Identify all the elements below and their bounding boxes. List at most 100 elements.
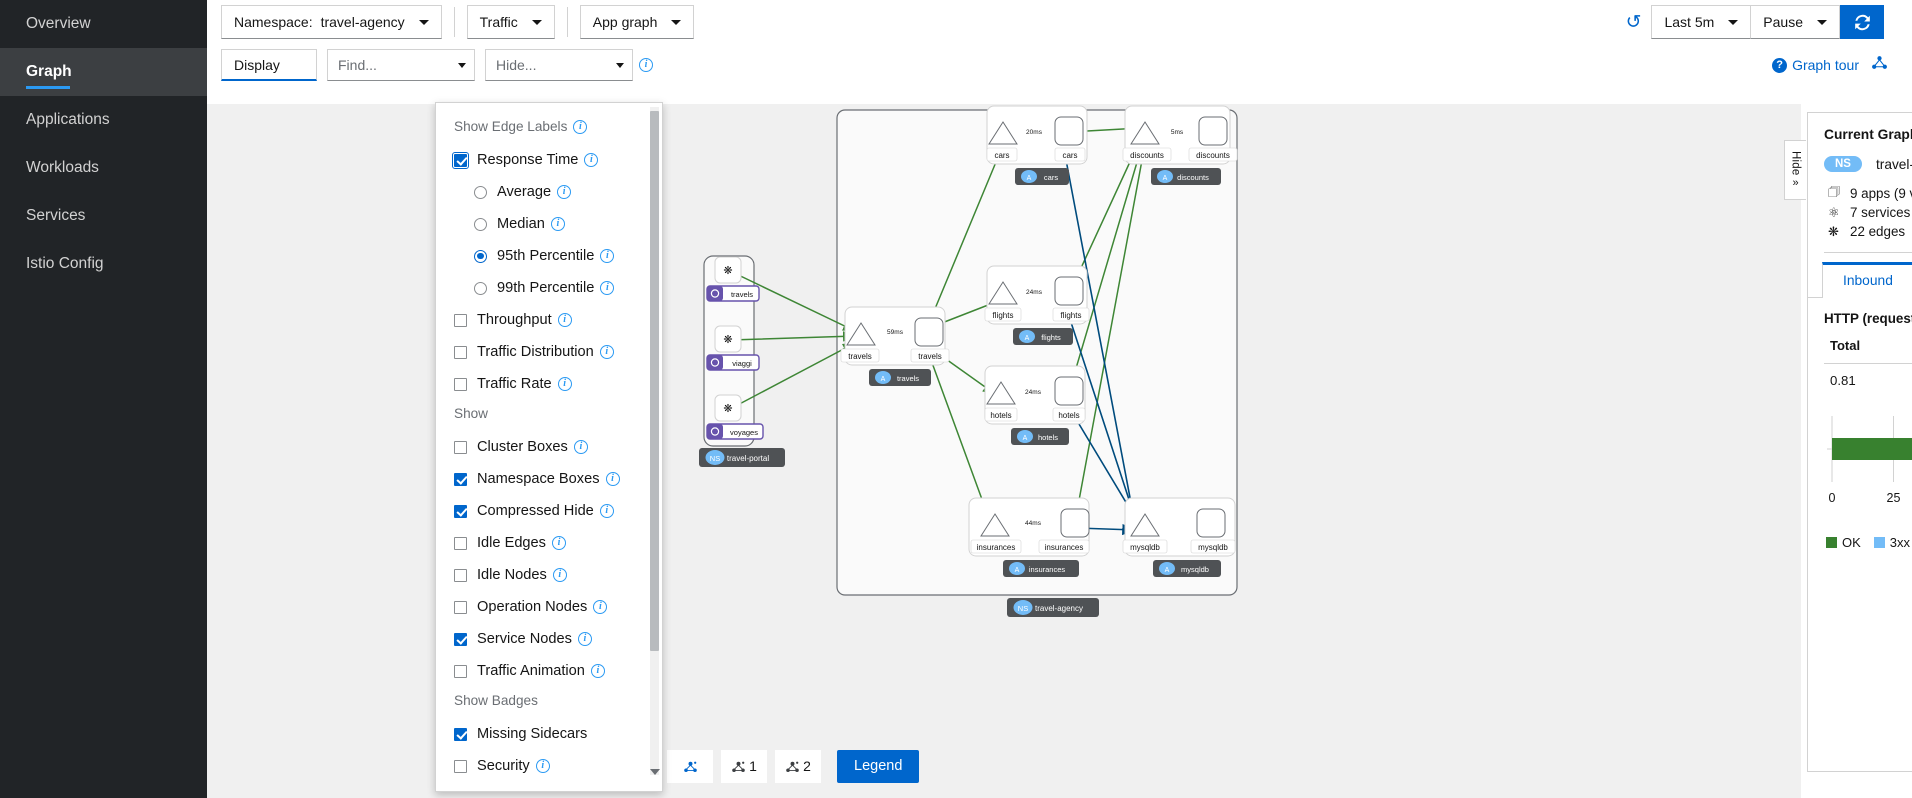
- radio-button[interactable]: [474, 185, 487, 199]
- display-option-missing-sidecars[interactable]: Missing Sidecars: [454, 718, 662, 750]
- workload-node-travels[interactable]: [914, 317, 944, 347]
- checkbox[interactable]: [454, 536, 467, 550]
- display-option-95th-percentile[interactable]: 95th Percentile i: [454, 240, 662, 272]
- chevron-down-icon[interactable]: [458, 62, 466, 68]
- info-icon[interactable]: i: [584, 153, 599, 167]
- radio-button[interactable]: [474, 217, 487, 231]
- display-option-service-nodes[interactable]: Service Nodes i: [454, 623, 662, 655]
- sidebar-item-applications[interactable]: Applications: [0, 96, 207, 144]
- sidebar-item-workloads[interactable]: Workloads: [0, 144, 207, 192]
- display-option-average[interactable]: Average i: [454, 176, 662, 208]
- checkbox[interactable]: [454, 313, 467, 327]
- app-badge-mysqldb[interactable]: A mysqldb: [1153, 560, 1221, 577]
- app-badge-hotels[interactable]: A hotels: [1011, 428, 1069, 445]
- chevron-down-icon[interactable]: [616, 62, 624, 68]
- fit-graph-button[interactable]: [667, 749, 713, 783]
- info-icon[interactable]: i: [550, 217, 565, 231]
- tab-inbound[interactable]: Inbound: [1822, 262, 1912, 298]
- info-icon[interactable]: i: [599, 504, 614, 518]
- find-input-group[interactable]: Find...: [327, 49, 475, 81]
- workload-node-discounts[interactable]: [1198, 116, 1228, 146]
- display-option-traffic-distribution[interactable]: Traffic Distribution i: [454, 336, 662, 368]
- info-icon[interactable]: i: [535, 759, 550, 773]
- info-icon[interactable]: i: [573, 440, 588, 454]
- checkbox[interactable]: [452, 151, 469, 169]
- radio-button[interactable]: [474, 281, 487, 295]
- info-icon[interactable]: i: [557, 313, 572, 327]
- checkbox[interactable]: [454, 600, 467, 614]
- app-badge-discounts[interactable]: A discounts: [1151, 168, 1221, 185]
- namespace-badge-travel-portal[interactable]: NS travel-portal: [699, 448, 785, 467]
- sidebar-item-graph[interactable]: Graph: [0, 48, 207, 96]
- checkbox[interactable]: [454, 440, 467, 454]
- hide-input-group[interactable]: Hide...: [485, 49, 633, 81]
- checkbox[interactable]: [454, 345, 467, 359]
- refresh-interval-selector[interactable]: Pause: [1750, 5, 1840, 39]
- display-option-throughput[interactable]: Throughput i: [454, 304, 662, 336]
- display-option-response-time[interactable]: Response Time i: [452, 144, 662, 176]
- display-option-security[interactable]: Security i: [454, 750, 662, 782]
- side-panel-hide-handle[interactable]: Hide »: [1784, 140, 1806, 200]
- checkbox[interactable]: [454, 568, 467, 582]
- graph-type-selector[interactable]: App graph: [579, 5, 695, 39]
- refresh-button[interactable]: [1840, 5, 1884, 39]
- zoom-level-1-button[interactable]: 1: [721, 749, 767, 783]
- display-dropdown-button[interactable]: Display: [221, 49, 317, 81]
- display-option-traffic-rate[interactable]: Traffic Rate i: [454, 368, 662, 400]
- time-range-selector[interactable]: Last 5m: [1651, 5, 1751, 39]
- legend-item-ok[interactable]: OK: [1826, 535, 1861, 550]
- sidebar-item-istio-config[interactable]: Istio Config: [0, 240, 207, 288]
- display-option-compressed-hide[interactable]: Compressed Hide i: [454, 495, 662, 527]
- zoom-level-2-button[interactable]: 2: [775, 749, 821, 783]
- display-option-cluster-boxes[interactable]: Cluster Boxes i: [454, 431, 662, 463]
- namespace-selector[interactable]: Namespace: travel-agency: [221, 5, 442, 39]
- checkbox[interactable]: [454, 664, 467, 678]
- workload-node-mysqldb[interactable]: [1196, 508, 1226, 538]
- display-option-idle-edges[interactable]: Idle Edges i: [454, 527, 662, 559]
- display-option-traffic-animation[interactable]: Traffic Animation i: [454, 655, 662, 687]
- app-badge-insurances[interactable]: A insurances: [1003, 560, 1079, 577]
- legend-item-3xx[interactable]: 3xx: [1873, 535, 1910, 550]
- checkbox[interactable]: [454, 759, 467, 773]
- display-option-idle-nodes[interactable]: Idle Nodes i: [454, 559, 662, 591]
- app-badge-flights[interactable]: A flights: [1013, 328, 1073, 345]
- workload-node-insurances[interactable]: [1060, 508, 1090, 538]
- traffic-selector[interactable]: Traffic: [466, 5, 555, 39]
- app-badge-travels[interactable]: A travels: [869, 369, 931, 386]
- info-icon[interactable]: i: [639, 58, 653, 72]
- checkbox[interactable]: [454, 727, 467, 741]
- app-badge-cars[interactable]: A cars: [1015, 168, 1069, 185]
- radio-button[interactable]: [474, 249, 487, 263]
- sidebar-item-overview[interactable]: Overview: [0, 0, 207, 48]
- info-icon[interactable]: i: [552, 568, 567, 582]
- info-icon[interactable]: i: [605, 472, 620, 486]
- info-icon[interactable]: i: [551, 536, 566, 550]
- display-option-namespace-boxes[interactable]: Namespace Boxes i: [454, 463, 662, 495]
- checkbox[interactable]: [454, 504, 467, 518]
- graph-layout-icon[interactable]: [1871, 54, 1888, 76]
- info-icon[interactable]: i: [557, 377, 572, 391]
- namespace-badge-travel-agency[interactable]: NS travel-agency: [1007, 598, 1099, 617]
- info-icon[interactable]: i: [599, 345, 614, 359]
- hide-input[interactable]: Hide...: [496, 57, 536, 73]
- info-icon[interactable]: i: [600, 281, 615, 295]
- checkbox[interactable]: [454, 377, 467, 391]
- sidebar-item-services[interactable]: Services: [0, 192, 207, 240]
- workload-node-cars[interactable]: [1054, 116, 1084, 146]
- workload-node-hotels[interactable]: [1054, 376, 1084, 406]
- legend-button[interactable]: Legend: [837, 749, 920, 783]
- display-panel-scrollbar[interactable]: [649, 107, 660, 775]
- display-option-median[interactable]: Median i: [454, 208, 662, 240]
- info-icon[interactable]: i: [593, 600, 608, 614]
- graph-tour-button[interactable]: ? Graph tour: [1772, 57, 1859, 73]
- info-icon[interactable]: i: [600, 249, 615, 263]
- find-input[interactable]: Find...: [338, 57, 377, 73]
- workload-node-flights[interactable]: [1054, 276, 1084, 306]
- display-option-99th-percentile[interactable]: 99th Percentile i: [454, 272, 662, 304]
- info-icon[interactable]: i: [577, 632, 592, 646]
- scroll-down-arrow-icon[interactable]: [649, 769, 660, 775]
- display-option-operation-nodes[interactable]: Operation Nodes i: [454, 591, 662, 623]
- checkbox[interactable]: [454, 472, 467, 486]
- info-icon[interactable]: i: [557, 185, 572, 199]
- scrollbar-thumb[interactable]: [650, 111, 659, 651]
